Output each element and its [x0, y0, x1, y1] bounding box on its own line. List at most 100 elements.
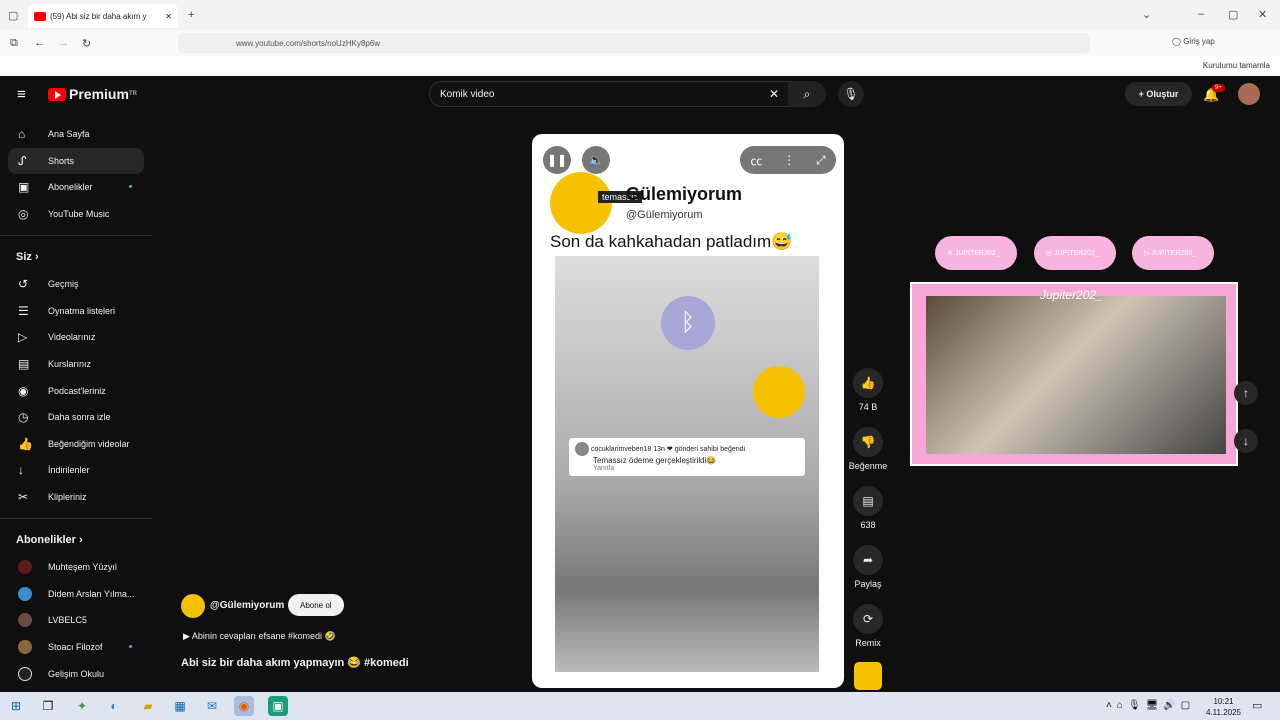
remix-button[interactable]: ⟳ Remix	[848, 604, 888, 648]
sidebar-label: Stoacı Filozof	[48, 642, 103, 652]
tab-actions-icon[interactable]: ▢	[8, 9, 18, 22]
volume-button[interactable]: 🔈	[582, 146, 610, 174]
channel-avatar	[18, 640, 32, 654]
app-icon[interactable]: ▣	[268, 696, 288, 716]
commenter-avatar	[575, 442, 589, 456]
youtube-favicon-icon	[34, 11, 46, 21]
channel-avatar	[18, 613, 32, 627]
search-button[interactable]: ⌕	[788, 81, 826, 107]
subscription-item[interactable]: Stoacı Filozof	[8, 634, 144, 660]
sidebar-item-your-videos[interactable]: ▷ Videolarınız	[8, 324, 144, 350]
pause-icon: ❚❚	[546, 153, 568, 167]
subscriptions-header[interactable]: Abonelikler ›	[16, 534, 83, 546]
sidebar-item-shorts[interactable]: ᔑ Shorts	[8, 148, 144, 174]
sidebar-item-courses[interactable]: ▤ Kurslarınız	[8, 351, 144, 377]
install-status[interactable]: Kurulumu tamamla	[1203, 61, 1270, 70]
browser-tab[interactable]: (59) Abi siz bir daha akım y ✕	[28, 4, 178, 28]
maximize-icon[interactable]: ▢	[1228, 8, 1238, 21]
remix-icon: ⟳	[853, 604, 883, 634]
sidebar-item-playlists[interactable]: ☰ Oynatma listeleri	[8, 298, 144, 324]
sidebar-item-liked[interactable]: 👍 Beğendiğim videolar	[8, 431, 144, 457]
signin-button[interactable]: ◯ Giriş yap	[1172, 37, 1215, 46]
divider	[0, 235, 152, 236]
start-icon[interactable]: ⊞	[6, 696, 26, 716]
comments-button[interactable]: ▤ 638	[848, 486, 888, 530]
clear-search-icon[interactable]: ✕	[769, 87, 779, 101]
like-button[interactable]: 👍 74 B	[848, 368, 888, 412]
store-icon[interactable]: ▦	[170, 696, 190, 716]
subscription-item[interactable]: Muhteşem Yüzyıl	[8, 554, 144, 580]
firefox-icon[interactable]: ◉	[234, 696, 254, 716]
file-explorer-icon[interactable]: ▰	[138, 696, 158, 716]
previous-short-button[interactable]: ↑	[1234, 381, 1258, 405]
sidebar-item-home[interactable]: ⌂ Ana Sayfa	[8, 121, 144, 147]
sidebar-item-subscriptions[interactable]: ▣ Abonelikler	[8, 174, 144, 200]
info-handle[interactable]: @Gülemiyorum	[210, 600, 284, 611]
social-handle: JUPITER202_	[1151, 249, 1197, 257]
subscribe-button[interactable]: Abone ol	[288, 594, 344, 616]
mic-icon: 🎙	[843, 87, 859, 101]
pause-button[interactable]: ❚❚	[543, 146, 571, 174]
captions-icon[interactable]: ㏄	[750, 152, 762, 169]
voice-search-button[interactable]: 🎙	[838, 81, 864, 107]
task-view-icon[interactable]: ❐	[38, 696, 58, 716]
sidebar-label: Klipleriniz	[48, 492, 87, 502]
search-input[interactable]: Komik video ✕	[429, 81, 790, 107]
sidebar-item-music[interactable]: ◎ YouTube Music	[8, 201, 144, 227]
sidebar-item-watch-later[interactable]: ◷ Daha sonra izle	[8, 404, 144, 430]
window-close-icon[interactable]: ✕	[1258, 8, 1267, 21]
subscription-item[interactable]: Gelişim Okulu	[8, 661, 144, 687]
chevron-down-icon[interactable]: ⌄	[1142, 8, 1151, 21]
mail-icon[interactable]: ✉	[202, 696, 222, 716]
copilot-icon[interactable]: ✦	[72, 696, 92, 716]
social-handle: JUPITER202_	[1054, 249, 1099, 257]
sound-thumbnail[interactable]	[854, 662, 882, 690]
notification-center-icon[interactable]: ▭	[1252, 699, 1262, 712]
info-description[interactable]: ▶ Abinin cevapları efsane #komedi 🤣	[183, 631, 336, 642]
thumbs-up-icon: 👍	[853, 368, 883, 398]
youtube-logo[interactable]: Premium TR	[48, 86, 137, 102]
sidebar-item-podcasts[interactable]: ◉ Podcast'leriniz	[8, 378, 144, 404]
menu-icon[interactable]: ≡	[17, 86, 26, 103]
arrow-down-icon: ↓	[1243, 434, 1249, 448]
minimize-icon[interactable]: –	[1198, 8, 1204, 20]
sidebar-label: Abonelikler	[48, 182, 93, 192]
info-title: Abi siz bir daha akım yapmayın 😂 #komedi	[181, 657, 409, 669]
avatar[interactable]	[1238, 83, 1260, 105]
social-handle: JUPITER202_	[954, 249, 1000, 257]
channel-avatar	[18, 587, 32, 601]
system-tray-icons[interactable]: ˄⌂🎙🖥🔊▢	[1106, 700, 1195, 711]
subscription-item[interactable]: LVBELC5	[8, 607, 144, 633]
forward-icon[interactable]: →	[58, 37, 69, 49]
back-icon[interactable]: ←	[34, 37, 45, 49]
more-icon[interactable]: ⋮	[783, 153, 795, 167]
subscription-item[interactable]: Didem Arslan Yılma...	[8, 581, 144, 607]
short-channel-handle: @Gülemiyorum	[626, 209, 703, 221]
sidebar-label: İndirilenler	[48, 465, 90, 475]
edge-icon[interactable]: ◐	[104, 696, 124, 716]
fullscreen-icon[interactable]: ⤢	[816, 153, 826, 168]
social-badge-instagram: ◎ JUPITER202_	[1034, 236, 1116, 270]
channel-avatar[interactable]	[181, 594, 205, 618]
webcam-feed	[926, 296, 1226, 454]
sidebar-item-history[interactable]: ↺ Geçmiş	[8, 271, 144, 297]
url-field[interactable]: www.youtube.com/shorts/noUzHKy8p6w	[178, 33, 1090, 53]
comment-count: 638	[860, 520, 876, 530]
new-tab-icon[interactable]: +	[188, 9, 194, 21]
reload-icon[interactable]: ↻	[82, 37, 91, 50]
dislike-button[interactable]: 👎 Beğenme	[848, 427, 888, 471]
sidebar-item-downloads[interactable]: ↓ İndirilenler	[8, 457, 144, 483]
youtube-icon: ▷	[1144, 250, 1152, 257]
clock[interactable]: 10:21 4.11.2025	[1206, 696, 1241, 718]
browser-tab-strip: ▢ (59) Abi siz bir daha akım y ✕ + ⌄ – ▢ …	[0, 0, 1280, 30]
close-tab-icon[interactable]: ✕	[165, 12, 172, 21]
sidebar-item-clips[interactable]: ✂ Klipleriniz	[8, 484, 144, 510]
shorts-player[interactable]: ❚❚ 🔈 ㏄ ⋮ ⤢ temassız Gülemiyorum @Gülemiyor…	[532, 134, 844, 688]
create-button[interactable]: + Oluştur	[1125, 82, 1192, 106]
share-button[interactable]: ➦ Paylaş	[848, 545, 888, 589]
sidebar-label: Shorts	[48, 156, 75, 166]
you-header-label: Siz	[16, 251, 32, 263]
collections-icon[interactable]: ⧉	[10, 37, 18, 50]
you-header[interactable]: Siz ›	[16, 251, 39, 263]
next-short-button[interactable]: ↓	[1234, 429, 1258, 453]
